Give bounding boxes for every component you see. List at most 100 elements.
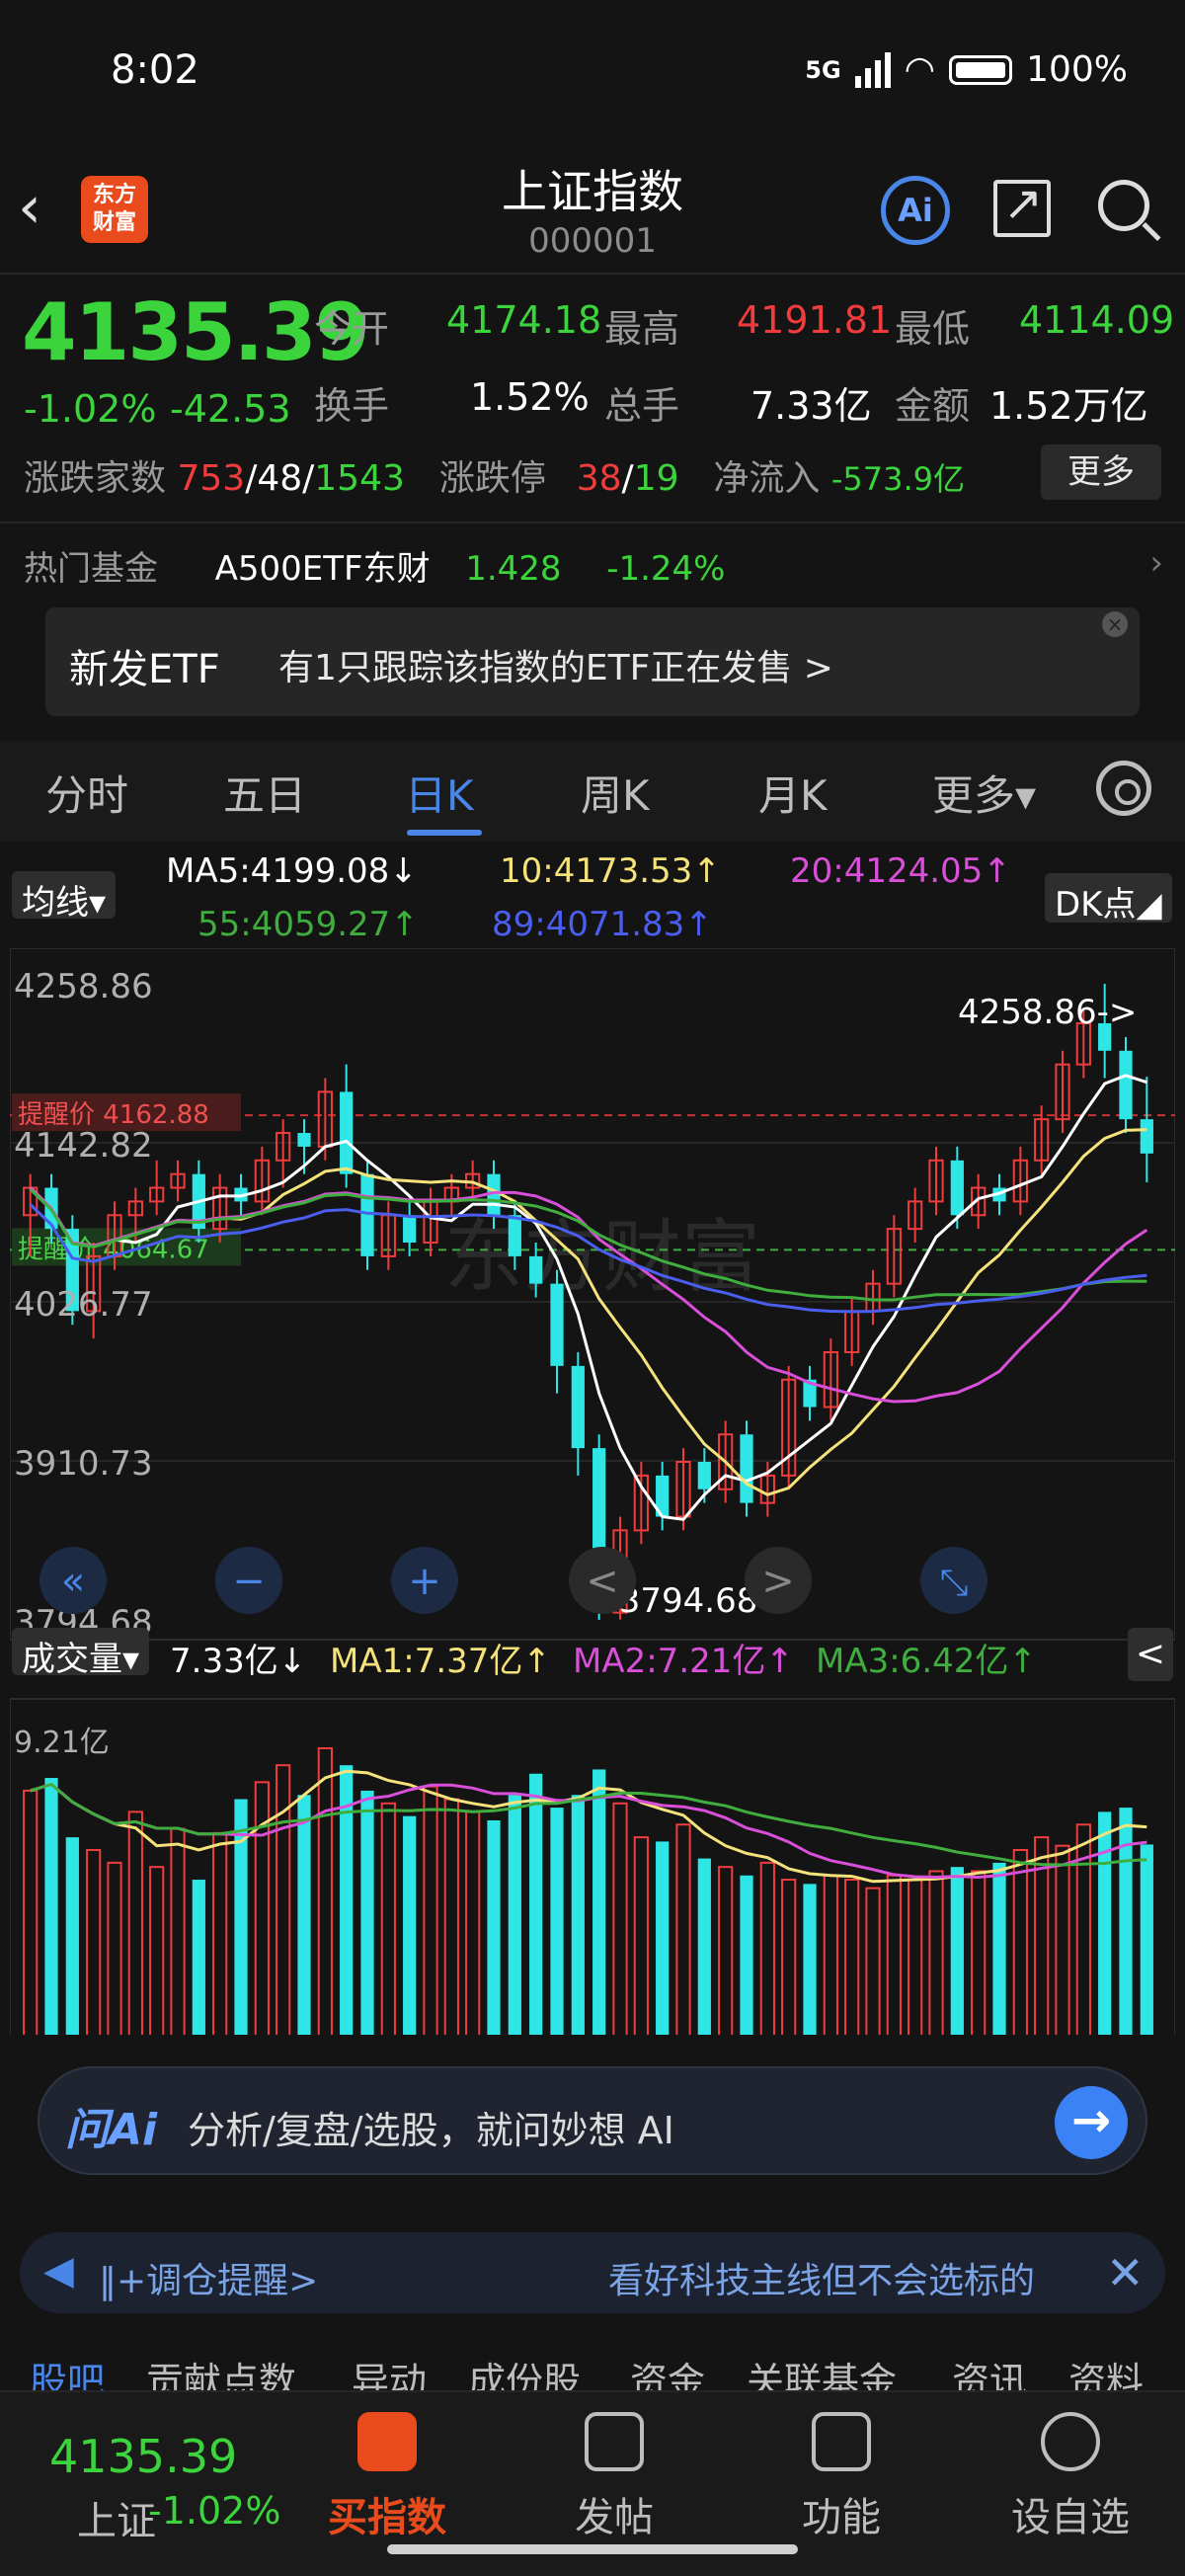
active-tab-indicator	[407, 830, 482, 836]
chevron-right-icon: >	[761, 1559, 795, 1604]
slash: /	[302, 458, 315, 499]
volume-bar	[276, 1764, 291, 2035]
high-marker: 4258.86->	[958, 993, 1137, 1032]
add-watchlist-button[interactable]: 设自选	[991, 2412, 1149, 2542]
scroll-left-icon: «	[61, 1559, 85, 1604]
candle-body	[740, 1434, 753, 1503]
volume-ma3-line	[30, 1782, 1147, 1867]
volume-bar	[254, 1781, 270, 2035]
candle-body	[550, 1283, 564, 1366]
hot-fund-price: 1.428	[465, 549, 562, 589]
ma55-value: 55:4059.27↑	[198, 905, 419, 944]
volume-value: 7.33亿	[750, 384, 872, 428]
buy-index-button[interactable]: 买指数	[308, 2412, 466, 2542]
tab-weekly-k[interactable]: 周K	[581, 763, 650, 823]
volume-bar	[443, 1798, 459, 2035]
status-indicators: 5G ◠ 100%	[805, 49, 1128, 90]
next-button[interactable]: >	[745, 1547, 812, 1614]
chevron-right-icon[interactable]: ›	[1149, 543, 1163, 583]
ai-query-input[interactable]: 问Ai 分析/复盘/选股，就问妙想 AI →	[38, 2066, 1147, 2175]
add-watchlist-label: 设自选	[1011, 2495, 1130, 2540]
volume-bar	[759, 1861, 775, 2035]
zoom-out-button[interactable]: −	[215, 1547, 282, 1614]
gear-icon[interactable]	[1096, 761, 1151, 816]
new-etf-banner[interactable]: 新发ETF 有1只跟踪该指数的ETF正在发售 > ×	[45, 607, 1140, 716]
candle-body	[950, 1160, 964, 1216]
home-indicator[interactable]	[387, 2544, 798, 2554]
tab-more[interactable]: 更多▾	[932, 763, 1036, 823]
status-time: 8:02	[111, 47, 199, 93]
zoom-in-button[interactable]: +	[391, 1547, 458, 1614]
limit-up-count: 38	[576, 458, 622, 499]
volume-value: 7.33亿↓	[170, 1642, 307, 1681]
signal-icon	[854, 51, 891, 88]
volume-bar	[633, 1836, 649, 2035]
volume-bar	[1055, 1844, 1070, 2035]
close-icon[interactable]: ×	[1102, 611, 1128, 637]
volume-bar	[127, 1811, 143, 2035]
up-count: 753	[177, 458, 246, 499]
volume-ma1: MA1:7.37亿↑	[330, 1642, 551, 1681]
tab-monthly-k[interactable]: 月K	[758, 763, 828, 823]
volume-bar	[529, 1773, 543, 2035]
hot-fund-row[interactable]: 热门基金 A500ETF东财 1.428 -1.24%	[24, 541, 725, 590]
ma-selector[interactable]: 均线▾	[12, 871, 117, 923]
collapse-button[interactable]: <	[1128, 1628, 1173, 1681]
functions-button[interactable]: 功能	[762, 2412, 920, 2542]
candle-body	[1140, 1119, 1153, 1154]
volume-bar	[844, 1879, 860, 2035]
volume-bar	[423, 1785, 438, 2035]
open-value: 4174.18	[446, 298, 602, 342]
battery-icon	[949, 54, 1013, 85]
close-icon[interactable]: ✕	[1106, 2246, 1145, 2299]
functions-label: 功能	[802, 2495, 881, 2540]
hot-fund-change: -1.24%	[606, 549, 726, 589]
volume-bar	[65, 1837, 79, 2035]
y-tick-label: 4026.77	[14, 1285, 153, 1325]
divider	[0, 273, 1185, 275]
turnover-value: 1.52%	[470, 375, 590, 419]
wifi-icon: ◠	[904, 49, 936, 90]
ma5-value: MA5:4199.08↓	[166, 851, 418, 891]
volume-bar	[465, 1811, 481, 2035]
volume-bar	[550, 1808, 564, 2035]
volume-selector[interactable]: 成交量▾	[12, 1628, 150, 1679]
low-value: 4114.09	[1019, 298, 1175, 342]
volume-bar	[908, 1879, 923, 2035]
volume-bar	[718, 1866, 734, 2035]
volume-bar	[170, 1827, 186, 2035]
dk-point-toggle[interactable]: DK点◢	[1045, 873, 1172, 925]
volume-bar	[360, 1790, 374, 2035]
edit-icon	[585, 2412, 644, 2471]
volume-ma2: MA2:7.21亿↑	[573, 1642, 794, 1681]
more-quote-button[interactable]: 更多	[1041, 444, 1161, 500]
volume-bars: 9.21亿	[14, 1726, 1153, 2035]
megaphone-icon: ◀	[43, 2248, 74, 2294]
expand-icon: ⤡	[940, 1563, 969, 1603]
volume-bar	[971, 1870, 987, 2035]
footer-change: -1.02%	[148, 2489, 281, 2533]
arrow-right-icon[interactable]: →	[1055, 2086, 1128, 2159]
ai-button[interactable]: Ai	[881, 176, 950, 245]
tab-five-day[interactable]: 五日	[223, 763, 306, 823]
search-icon[interactable]	[1098, 180, 1149, 231]
notice-bar[interactable]: ◀ ‖+调仓提醒> 看好科技主线但不会选标的 ✕	[20, 2232, 1165, 2313]
etf-banner-text: 有1只跟踪该指数的ETF正在发售 >	[278, 648, 833, 688]
volume-bar	[403, 1815, 417, 2035]
post-button[interactable]: 发帖	[535, 2412, 693, 2542]
flat-count: 48	[257, 458, 303, 499]
network-label: 5G	[805, 55, 841, 84]
tab-daily-k[interactable]: 日K	[405, 763, 474, 823]
amount-value: 1.52万亿	[989, 384, 1148, 428]
volume-bar	[1098, 1811, 1112, 2035]
kline-chart[interactable]: 东方财富 提醒价 4162.88提醒价 4064.67 4258.864142.…	[10, 948, 1175, 2035]
fullscreen-button[interactable]: ⤡	[920, 1547, 988, 1614]
ma89-value: 89:4071.83↑	[492, 905, 713, 944]
prev-button[interactable]: <	[569, 1547, 636, 1614]
tab-intraday[interactable]: 分时	[45, 763, 128, 823]
volume-bar	[1012, 1849, 1028, 2035]
candle-body	[508, 1215, 521, 1256]
low-label: 最低	[895, 307, 971, 351]
scroll-left-button[interactable]: «	[40, 1547, 107, 1614]
share-icon[interactable]	[993, 176, 1051, 237]
